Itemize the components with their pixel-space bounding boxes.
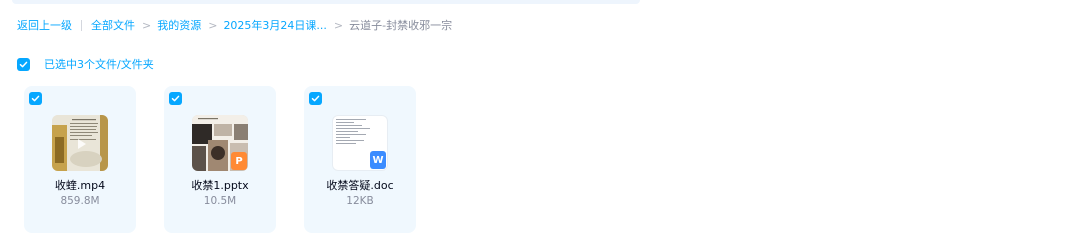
chevron-right-icon: > bbox=[208, 18, 218, 32]
file-checkbox[interactable] bbox=[29, 92, 42, 105]
chevron-right-icon: > bbox=[333, 18, 344, 32]
file-card[interactable]: P 收禁1.pptx 10.5M bbox=[164, 86, 276, 233]
file-name[interactable]: 收蝰.mp4 bbox=[24, 177, 136, 193]
file-checkbox[interactable] bbox=[309, 92, 322, 105]
file-name[interactable]: 收禁答疑.doc bbox=[304, 177, 416, 193]
checkmark-icon bbox=[311, 95, 320, 102]
checkmark-icon bbox=[31, 95, 40, 102]
breadcrumb-my-resources[interactable]: 我的资源 bbox=[157, 17, 201, 33]
toolbar-strip bbox=[12, 0, 640, 4]
breadcrumb-all-files[interactable]: 全部文件 bbox=[91, 17, 135, 33]
ppt-file-icon: P bbox=[231, 152, 247, 170]
file-card[interactable]: W 收禁答疑.doc 12KB bbox=[304, 86, 416, 233]
selection-bar: 已选中3个文件/文件夹 bbox=[17, 56, 154, 72]
word-file-icon: W bbox=[370, 151, 386, 169]
breadcrumb-course-folder[interactable]: 2025年3月24日课... bbox=[223, 17, 326, 33]
select-all-checkbox[interactable] bbox=[17, 57, 30, 71]
file-card[interactable]: 收蝰.mp4 859.8M bbox=[24, 86, 136, 233]
breadcrumb-divider bbox=[81, 19, 82, 31]
file-checkbox[interactable] bbox=[169, 92, 182, 105]
file-size: 859.8M bbox=[60, 195, 100, 207]
selection-count-text: 已选中3个文件/文件夹 bbox=[44, 58, 154, 71]
file-size: 10.5M bbox=[203, 195, 237, 207]
back-link[interactable]: 返回上一级 bbox=[17, 17, 72, 33]
checkmark-icon bbox=[19, 61, 28, 67]
checkmark-icon bbox=[171, 95, 180, 102]
chevron-right-icon: > bbox=[142, 18, 152, 32]
pptx-thumbnail: P bbox=[192, 115, 248, 171]
video-thumbnail bbox=[52, 115, 108, 171]
file-size: 12KB bbox=[346, 195, 374, 207]
breadcrumb: 返回上一级 全部文件 > 我的资源 > 2025年3月24日课... > 云道子… bbox=[17, 16, 452, 34]
breadcrumb-current-folder: 云道子-封禁收邪一宗 bbox=[349, 19, 453, 32]
file-name[interactable]: 收禁1.pptx bbox=[164, 177, 276, 193]
doc-thumbnail: W bbox=[332, 115, 388, 171]
